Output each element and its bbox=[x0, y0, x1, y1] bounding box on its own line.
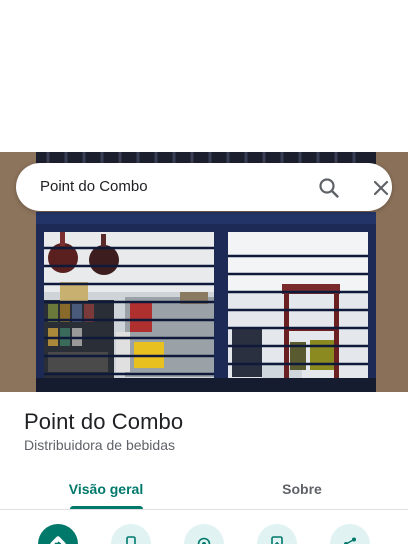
save-button[interactable] bbox=[257, 524, 297, 544]
location-button[interactable] bbox=[184, 524, 224, 544]
active-tab-indicator bbox=[70, 506, 143, 509]
tab-about[interactable]: Sobre bbox=[212, 468, 392, 510]
save-icon bbox=[271, 536, 283, 544]
share-icon bbox=[344, 537, 356, 544]
search-input[interactable]: Point do Combo bbox=[40, 178, 148, 195]
call-button[interactable] bbox=[111, 524, 151, 544]
action-buttons-row bbox=[0, 520, 408, 544]
map-area-blank bbox=[0, 0, 408, 152]
directions-button[interactable] bbox=[38, 524, 78, 544]
directions-icon bbox=[50, 536, 66, 544]
phone-icon bbox=[126, 536, 136, 544]
place-category[interactable]: Distribuidora de bebidas bbox=[24, 437, 175, 453]
search-icon[interactable] bbox=[316, 175, 342, 201]
place-tabs: Visão geral Sobre bbox=[0, 468, 408, 510]
share-button[interactable] bbox=[330, 524, 370, 544]
location-icon bbox=[197, 537, 211, 544]
search-bar[interactable]: Point do Combo bbox=[16, 163, 392, 211]
tab-overview[interactable]: Visão geral bbox=[0, 468, 212, 510]
place-name: Point do Combo bbox=[24, 409, 184, 434]
close-icon[interactable] bbox=[368, 175, 394, 201]
